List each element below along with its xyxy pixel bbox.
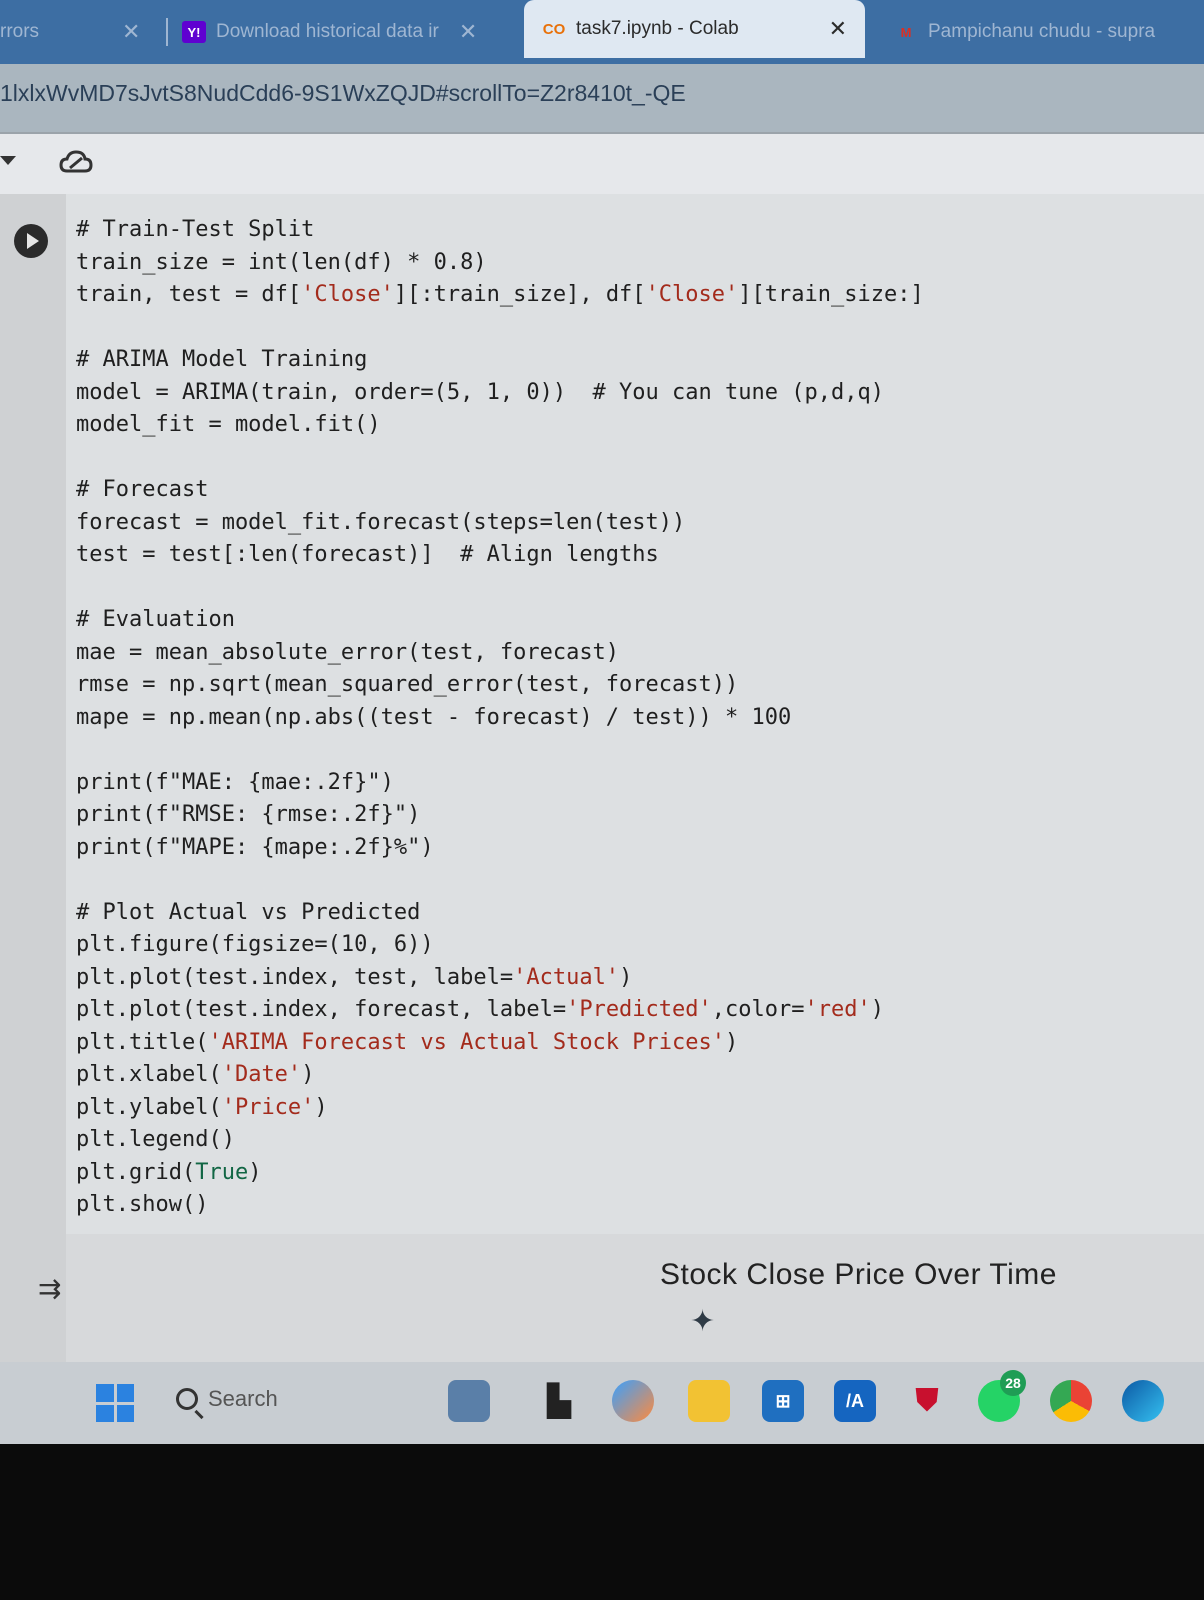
edge-icon[interactable] [1122,1380,1164,1422]
code-line: # Evaluation [76,607,235,632]
url-text[interactable]: 1lxlxWvMD7sJvtS8NudCdd6-9S1WxZQJD#scroll… [0,80,686,107]
code-line: plt.figure(figsize=(10, 6)) [76,932,434,957]
code-line: test = test[:len(forecast)] # Align leng… [76,542,659,567]
code-line: plt.ylabel('Price') [76,1094,328,1120]
close-icon[interactable]: ✕ [459,19,477,45]
whatsapp-icon[interactable]: 28 [978,1370,1026,1422]
widgets-icon[interactable] [448,1380,490,1422]
tab-errors-close[interactable]: ✕ [112,8,140,56]
code-line: plt.show() [76,1192,209,1217]
notification-badge: 28 [1000,1370,1026,1396]
microsoft-store-icon[interactable]: ⊞ [762,1380,804,1422]
cell-gutter [0,194,66,1370]
code-line: # Forecast [76,477,209,502]
cloud-sync-icon[interactable] [58,144,94,180]
close-icon[interactable]: ✕ [122,19,140,45]
code-line: forecast = model_fit.forecast(steps=len(… [76,509,686,535]
tab-label: task7.ipynb - Colab [576,18,739,39]
chrome-icon[interactable] [1050,1380,1092,1422]
browser-tab-strip: rrors ✕ Y! Download historical data ir ✕… [0,0,1204,64]
tab-errors[interactable]: rrors [0,8,39,56]
mcafee-icon[interactable]: ⛊ [906,1380,948,1422]
tab-separator [166,18,168,46]
code-line: # ARIMA Model Training [76,347,368,372]
tab-label: rrors [0,21,40,42]
tab-label: Pampichanu chudu - supra [928,21,1156,42]
search-icon [176,1388,198,1410]
tab-gmail[interactable]: M Pampichanu chudu - supra [894,8,1156,56]
windows-start-icon[interactable] [96,1384,134,1422]
address-bar[interactable]: 1lxlxWvMD7sJvtS8NudCdd6-9S1WxZQJD#scroll… [0,64,1204,132]
colab-toolbar [0,132,1204,194]
code-line: rmse = np.sqrt(mean_squared_error(test, … [76,672,739,697]
code-line: print(f"MAPE: {mape:.2f}%") [76,834,434,860]
code-line: model = ARIMA(train, order=(5, 1, 0)) # … [76,379,884,405]
task-view-icon[interactable]: ▙ [538,1380,580,1422]
code-line: plt.grid(True) [76,1159,262,1185]
code-line: plt.legend() [76,1127,235,1152]
yahoo-favicon-icon: Y! [182,21,206,43]
close-icon[interactable]: ✕ [829,16,847,42]
output-chart-title: Stock Close Price Over Time [660,1258,1057,1291]
code-line: train, test = df['Close'][:train_size], … [76,282,924,307]
tab-task7-colab[interactable]: CO task7.ipynb - Colab ✕ [524,0,866,58]
code-line: print(f"MAE: {mae:.2f}") [76,769,394,795]
tab-download-historical-data[interactable]: Y! Download historical data ir ✕ [182,8,477,56]
colab-favicon-icon: CO [542,20,566,38]
code-line: # Train-Test Split [76,217,315,242]
asus-app-icon[interactable]: /A [834,1380,876,1422]
gmail-favicon-icon: M [900,24,912,40]
code-editor[interactable]: # Train-Test Split train_size = int(len(d… [76,214,924,1222]
notebook-area: # Train-Test Split train_size = int(len(d… [0,194,1204,1370]
output-toggle-icon[interactable]: ⇉ [38,1272,61,1305]
copilot-icon[interactable] [612,1380,654,1422]
file-explorer-icon[interactable] [688,1380,730,1422]
code-line: plt.xlabel('Date') [76,1062,315,1087]
code-line: # Plot Actual vs Predicted [76,899,421,925]
code-line: model_fit = model.fit() [76,412,381,437]
code-cell[interactable]: # Train-Test Split train_size = int(len(d… [66,194,1204,1234]
search-label: Search [208,1386,278,1411]
run-cell-button[interactable] [14,224,48,258]
gemini-sparkle-icon[interactable]: ✦ [690,1304,715,1339]
code-line: plt.plot(test.index, forecast, label='Pr… [76,997,884,1022]
code-line: mae = mean_absolute_error(test, forecast… [76,639,620,665]
code-line: mape = np.mean(np.abs((test - forecast) … [76,704,792,730]
windows-taskbar: Search ▙ ⊞ /A ⛊ 28 [0,1362,1204,1444]
screen-bezel [0,1444,1204,1600]
taskbar-search[interactable]: Search [176,1386,278,1412]
code-line: plt.title('ARIMA Forecast vs Actual Stoc… [76,1029,739,1055]
code-line: plt.plot(test.index, test, label='Actual… [76,964,633,990]
code-line: print(f"RMSE: {rmse:.2f}") [76,802,421,827]
code-line: train_size = int(len(df) * 0.8) [76,249,487,275]
tab-label: Download historical data ir [216,21,439,42]
collapse-caret-icon[interactable] [0,156,16,165]
